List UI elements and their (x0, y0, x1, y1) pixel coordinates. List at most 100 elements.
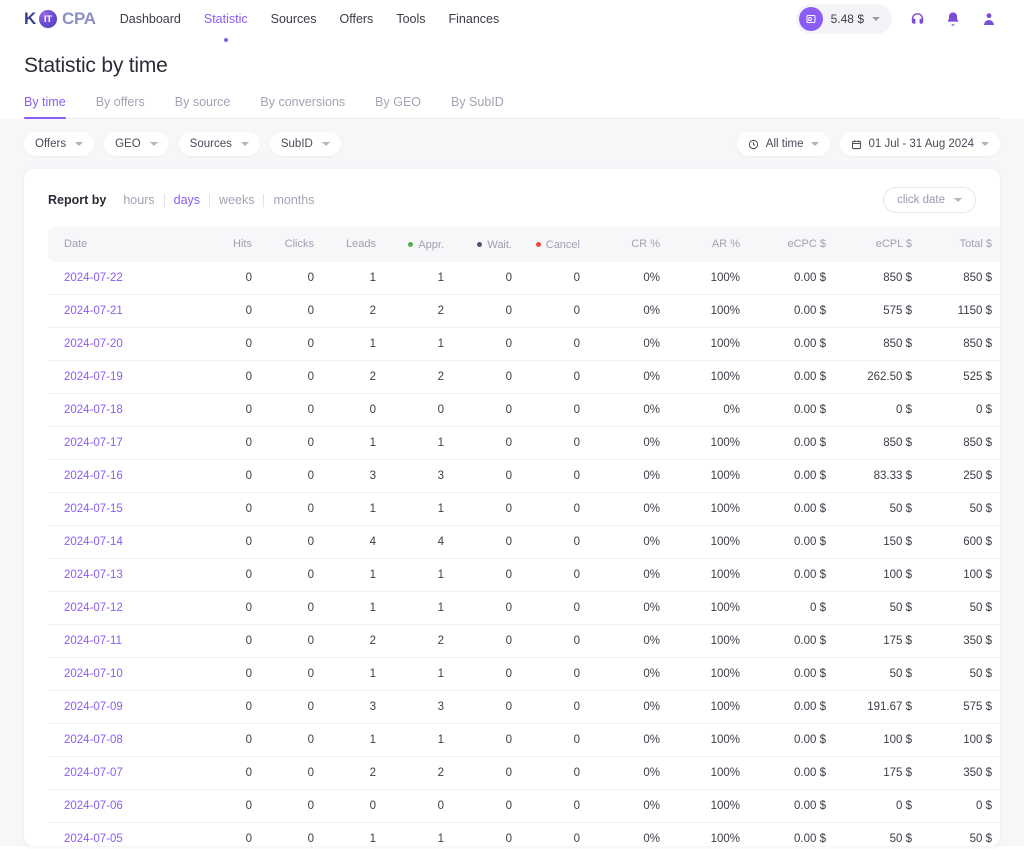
chevron-down-icon (321, 142, 330, 146)
table-cell-date[interactable]: 2024-07-19 (48, 360, 198, 394)
table-cell-date[interactable]: 2024-07-22 (48, 261, 198, 295)
table-cell-date[interactable]: 2024-07-09 (48, 690, 198, 724)
table-cell: 0 (198, 822, 260, 846)
table-cell-date[interactable]: 2024-07-12 (48, 591, 198, 625)
table-cell: 0 (260, 459, 322, 493)
filter-sources-dropdown[interactable]: Sources (178, 132, 260, 156)
page-header: Statistic by time By time By offers By s… (0, 38, 1024, 119)
table-cell: 100% (668, 723, 748, 757)
table-cell: 0 (452, 459, 520, 493)
table-cell: 0 (520, 327, 588, 361)
table-cell: 0% (588, 393, 668, 427)
table-cell: 0 (198, 327, 260, 361)
table-row: 2024-07-19 0 0 2 2 0 0 0% 100% 0.00 $262.50 $525 … (48, 360, 1000, 394)
column-header-approved[interactable]: Appr. (384, 227, 452, 262)
table-cell: 0 (322, 393, 384, 427)
report-option-months[interactable]: months (264, 193, 323, 207)
table-cell: 0 (452, 723, 520, 757)
table-cell: 191.67 $ (834, 690, 920, 724)
table-cell: 1 (384, 261, 452, 295)
table-cell: 0% (588, 756, 668, 790)
tab-by-offers[interactable]: By offers (96, 95, 145, 118)
app-logo[interactable]: K IT CPA (24, 9, 96, 29)
report-card: Report by hours days weeks months click … (24, 169, 1000, 846)
column-header-waiting[interactable]: Wait. (452, 227, 520, 262)
table-cell-date[interactable]: 2024-07-15 (48, 492, 198, 526)
table-cell: 0.00 $ (748, 690, 834, 724)
table-cell: 850 $ (920, 327, 1000, 361)
table-cell: 0 (520, 558, 588, 592)
filter-offers-dropdown[interactable]: Offers (24, 132, 95, 156)
filter-subid-dropdown[interactable]: SubID (269, 132, 341, 156)
nav-item-finances[interactable]: Finances (449, 8, 500, 30)
filter-chips: Offers GEO Sources SubID (24, 132, 341, 156)
table-cell-date[interactable]: 2024-07-20 (48, 327, 198, 361)
table-cell: 50 $ (920, 657, 1000, 691)
table-cell-date[interactable]: 2024-07-07 (48, 756, 198, 790)
table-cell: 0 (384, 393, 452, 427)
tab-by-geo[interactable]: By GEO (375, 95, 421, 118)
period-label: All time (765, 138, 804, 150)
table-cell-date[interactable]: 2024-07-05 (48, 822, 198, 846)
column-header-clicks[interactable]: Clicks (260, 227, 322, 262)
column-label: AR % (711, 238, 740, 251)
column-header-ar[interactable]: AR % (668, 227, 748, 262)
table-cell: 0 (520, 789, 588, 823)
filter-sources-label: Sources (189, 138, 232, 150)
table-cell-date[interactable]: 2024-07-10 (48, 657, 198, 691)
report-option-days[interactable]: days (165, 193, 209, 207)
column-header-total[interactable]: Total $ (920, 227, 1000, 262)
nav-item-statistic[interactable]: Statistic (204, 8, 248, 30)
nav-item-dashboard[interactable]: Dashboard (120, 8, 181, 30)
tab-by-time[interactable]: By time (24, 95, 66, 119)
table-cell: 0% (588, 591, 668, 625)
period-dropdown[interactable]: All time (736, 132, 830, 156)
column-header-ecpc[interactable]: eCPC $ (748, 227, 834, 262)
table-cell: 0.00 $ (748, 360, 834, 394)
table-cell-date[interactable]: 2024-07-21 (48, 294, 198, 328)
report-option-weeks[interactable]: weeks (210, 193, 263, 207)
date-range-picker[interactable]: 01 Jul - 31 Aug 2024 (839, 132, 1000, 156)
column-header-leads[interactable]: Leads (322, 227, 384, 262)
user-icon[interactable] (978, 8, 1000, 30)
table-cell: 1150 $ (920, 294, 1000, 328)
table-cell: 50 $ (834, 657, 920, 691)
table-cell-date[interactable]: 2024-07-18 (48, 393, 198, 427)
table-cell-date[interactable]: 2024-07-11 (48, 624, 198, 658)
table-cell-date[interactable]: 2024-07-14 (48, 525, 198, 559)
report-by-group: Report by hours days weeks months (48, 193, 323, 207)
table-cell: 50 $ (920, 591, 1000, 625)
table-cell-date[interactable]: 2024-07-08 (48, 723, 198, 757)
column-header-hits[interactable]: Hits (198, 227, 260, 262)
tab-by-source[interactable]: By source (175, 95, 231, 118)
column-header-ecpl[interactable]: eCPL $ (834, 227, 920, 262)
column-header-date[interactable]: Date (48, 227, 198, 262)
column-label: eCPL $ (875, 238, 912, 251)
nav-item-offers[interactable]: Offers (340, 8, 374, 30)
nav-item-tools[interactable]: Tools (396, 8, 425, 30)
balance-dropdown[interactable]: 5.48 $ (795, 4, 892, 34)
tab-by-subid[interactable]: By SubID (451, 95, 504, 118)
table-cell-date[interactable]: 2024-07-16 (48, 459, 198, 493)
column-header-cr[interactable]: CR % (588, 227, 668, 262)
tab-by-conversions[interactable]: By conversions (260, 95, 345, 118)
table-cell: 0.00 $ (748, 723, 834, 757)
table-cell: 0 (198, 492, 260, 526)
table-cell: 0% (588, 525, 668, 559)
table-cell: 0 (260, 426, 322, 460)
headset-icon[interactable] (906, 8, 928, 30)
table-cell-date[interactable]: 2024-07-17 (48, 426, 198, 460)
report-card-area: Report by hours days weeks months click … (0, 169, 1024, 846)
table-cell-date[interactable]: 2024-07-06 (48, 789, 198, 823)
column-label: Wait. (487, 238, 512, 251)
table-cell: 0% (588, 789, 668, 823)
click-date-dropdown[interactable]: click date (883, 187, 976, 213)
report-option-hours[interactable]: hours (114, 193, 163, 207)
bell-icon[interactable] (942, 8, 964, 30)
filter-geo-dropdown[interactable]: GEO (104, 132, 169, 156)
table-cell-date[interactable]: 2024-07-13 (48, 558, 198, 592)
table-cell: 0 (198, 261, 260, 295)
nav-item-sources[interactable]: Sources (271, 8, 317, 30)
column-header-cancel[interactable]: Cancel (520, 227, 588, 262)
table-cell: 83.33 $ (834, 459, 920, 493)
